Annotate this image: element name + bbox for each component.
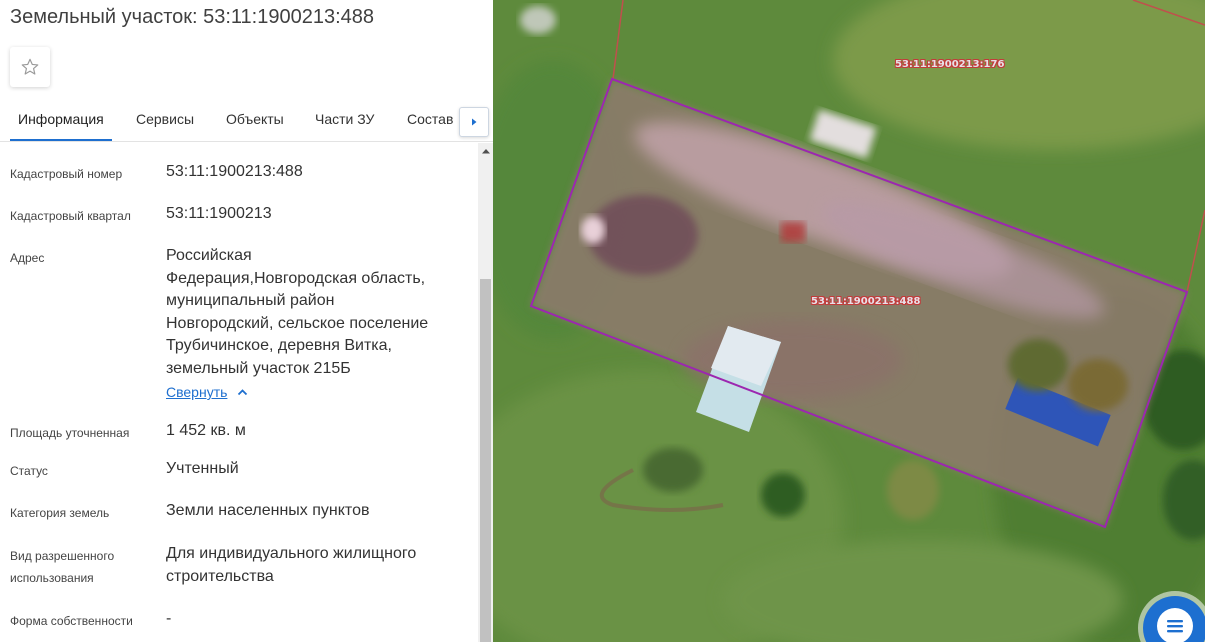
menu-button-inner (1157, 608, 1193, 642)
tab-objects[interactable]: Объекты (226, 111, 284, 127)
address-line: муниципальный район (166, 292, 335, 309)
address-line: Федерация,Новгородская область, (166, 269, 426, 287)
cadastral-number-label: Кадастровый номер (10, 167, 123, 181)
permitted-use-value-line: Для индивидуального жилищного (166, 545, 417, 562)
ownership-label: Форма собственности (10, 614, 133, 628)
star-outline-icon (21, 58, 39, 75)
neighbor-parcel-label[interactable]: 53:11:1900213:176 (895, 59, 1004, 70)
scroll-thumb[interactable] (480, 279, 491, 642)
aerial-imagery (493, 0, 1205, 642)
list-menu-icon (1167, 620, 1183, 633)
status-label: Статус (10, 464, 48, 478)
collapse-address-link[interactable]: Свернуть (166, 384, 248, 400)
permitted-use-label-line: использования (10, 571, 94, 585)
selected-parcel-label[interactable]: 53:11:1900213:488 (811, 296, 920, 307)
chevron-up-icon (238, 389, 248, 396)
address-line: земельный участок 215Б (166, 359, 351, 377)
triangle-up-icon (481, 149, 490, 154)
address-label: Адрес (10, 251, 45, 265)
address-line: Трубичинское, деревня Витка, (166, 337, 392, 354)
info-panel: Земельный участок: 53:11:1900213:488 Инф… (0, 0, 493, 642)
chevron-right-icon (472, 118, 477, 126)
address-line: Российская (166, 247, 252, 264)
permitted-use-label: Вид разрешенного использования (10, 545, 114, 589)
permitted-use-value: Для индивидуального жилищного строительс… (166, 543, 466, 588)
status-value: Учтенный (166, 460, 239, 477)
permitted-use-value-line: строительства (166, 567, 274, 585)
tab-composition[interactable]: Состав (407, 111, 453, 127)
panel-scrollbar[interactable] (478, 143, 493, 642)
favorite-button[interactable] (10, 47, 50, 87)
permitted-use-label-line: Вид разрешенного (10, 549, 115, 563)
cadastral-number-value: 53:11:1900213:488 (166, 163, 303, 180)
tab-services[interactable]: Сервисы (136, 111, 194, 127)
tab-bar: Информация Сервисы Объекты Части ЗУ Сост… (0, 100, 493, 142)
land-category-value: Земли населенных пунктов (166, 502, 370, 519)
address-line: Новгородский, сельское поселение (166, 314, 429, 332)
cadastral-quarter-value: 53:11:1900213 (166, 205, 272, 222)
active-tab-indicator (10, 139, 112, 141)
page-title: Земельный участок: 53:11:1900213:488 (10, 6, 375, 28)
map-view[interactable]: 53:11:1900213:176 53:11:1900213:488 (493, 0, 1205, 642)
cadastral-quarter-label: Кадастровый квартал (10, 209, 131, 223)
tab-information[interactable]: Информация (18, 111, 104, 127)
address-value: Российская Федерация,Новгородская област… (166, 245, 466, 380)
tabs-scroll-right-button[interactable] (459, 107, 489, 137)
land-category-label: Категория земель (10, 506, 110, 520)
area-value: 1 452 кв. м (166, 422, 246, 439)
scroll-up-arrow[interactable] (478, 143, 493, 159)
area-label: Площадь уточненная (10, 426, 130, 440)
ownership-value: - (166, 610, 172, 627)
tab-parcel-parts[interactable]: Части ЗУ (315, 111, 374, 127)
collapse-label: Свернуть (166, 384, 228, 400)
